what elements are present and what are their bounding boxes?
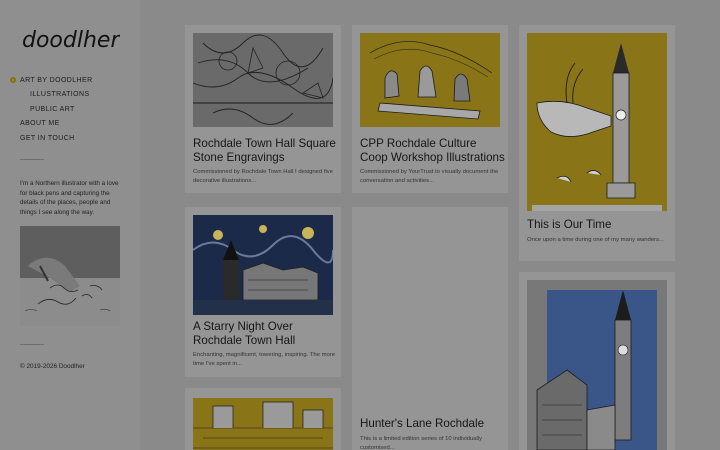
card-title: This is Our Time (527, 218, 612, 231)
card-title: A Starry Night Over Rochdale Town Hall (193, 320, 296, 347)
portfolio-card[interactable]: This is Our Time Once upon a time during… (519, 25, 675, 261)
nav-item-label: ART BY DOODLHER (20, 76, 93, 84)
portfolio-card[interactable] (519, 272, 675, 450)
workshop-illustration-image (360, 33, 500, 127)
nav-item-label: PUBLIC ART (30, 105, 75, 113)
town-hall-tower-image (527, 280, 667, 450)
card-title: Rochdale Town Hall Square Stone Engravin… (193, 137, 336, 164)
portfolio-card[interactable]: Rochdale Town Hall Square Stone Engravin… (185, 25, 341, 193)
nav-item-get-in-touch[interactable]: GET IN TOUCH (20, 131, 135, 146)
nav-item-label: ABOUT ME (20, 120, 60, 128)
divider (20, 344, 44, 345)
copyright: © 2019-2026 Doodlher (20, 363, 85, 370)
nav-item-art-by-doodlher[interactable]: ART BY DOODLHER (10, 73, 135, 88)
active-eye-icon (10, 77, 16, 84)
nav-item-illustrations[interactable]: ILLUSTRATIONS (20, 88, 135, 103)
nav-item-about-me[interactable]: ABOUT ME (20, 117, 135, 132)
card-description: Once upon a time during one of my many w… (527, 237, 664, 243)
nav-item-public-art[interactable]: PUBLIC ART (20, 102, 135, 117)
logo-text: doodlher (22, 28, 120, 53)
sidebar: doodlher ART BY DOODLHER ILLUSTRATIONS P… (0, 0, 140, 450)
portfolio-grid: Rochdale Town Hall Square Stone Engravin… (140, 0, 720, 450)
site-logo[interactable]: doodlher (20, 22, 120, 56)
portfolio-card[interactable] (185, 388, 341, 450)
portfolio-card[interactable]: CPP Rochdale Culture Coop Workshop Illus… (352, 25, 508, 193)
bio-text: I'm a Northern illustrator with a love f… (20, 180, 119, 216)
card-description: Enchanting, magnificent, towering, inspi… (193, 352, 335, 367)
main-nav: ART BY DOODLHER ILLUSTRATIONS PUBLIC ART… (10, 73, 135, 146)
portfolio-card[interactable]: A Starry Night Over Rochdale Town Hall E… (185, 207, 341, 377)
stone-engraving-image (193, 33, 333, 127)
artist-drawing-photo (20, 226, 120, 326)
portfolio-card[interactable]: Hunter's Lane Rochdale This is a limited… (352, 207, 508, 450)
card-description: This is a limited edition series of 10 i… (360, 436, 483, 450)
divider (20, 159, 44, 160)
starry-night-image (193, 215, 333, 315)
nav-item-label: GET IN TOUCH (20, 134, 75, 142)
card-title: Hunter's Lane Rochdale (360, 417, 485, 430)
card-title: CPP Rochdale Culture Coop Workshop Illus… (360, 137, 505, 164)
nav-item-label: ILLUSTRATIONS (30, 91, 90, 99)
town-square-image (193, 398, 333, 450)
card-description: Commissioned by Rochdale Town Hall I des… (193, 169, 334, 184)
clock-tower-hand-image (527, 33, 667, 211)
card-description: Commissioned by YourTrust to visually do… (360, 169, 499, 184)
